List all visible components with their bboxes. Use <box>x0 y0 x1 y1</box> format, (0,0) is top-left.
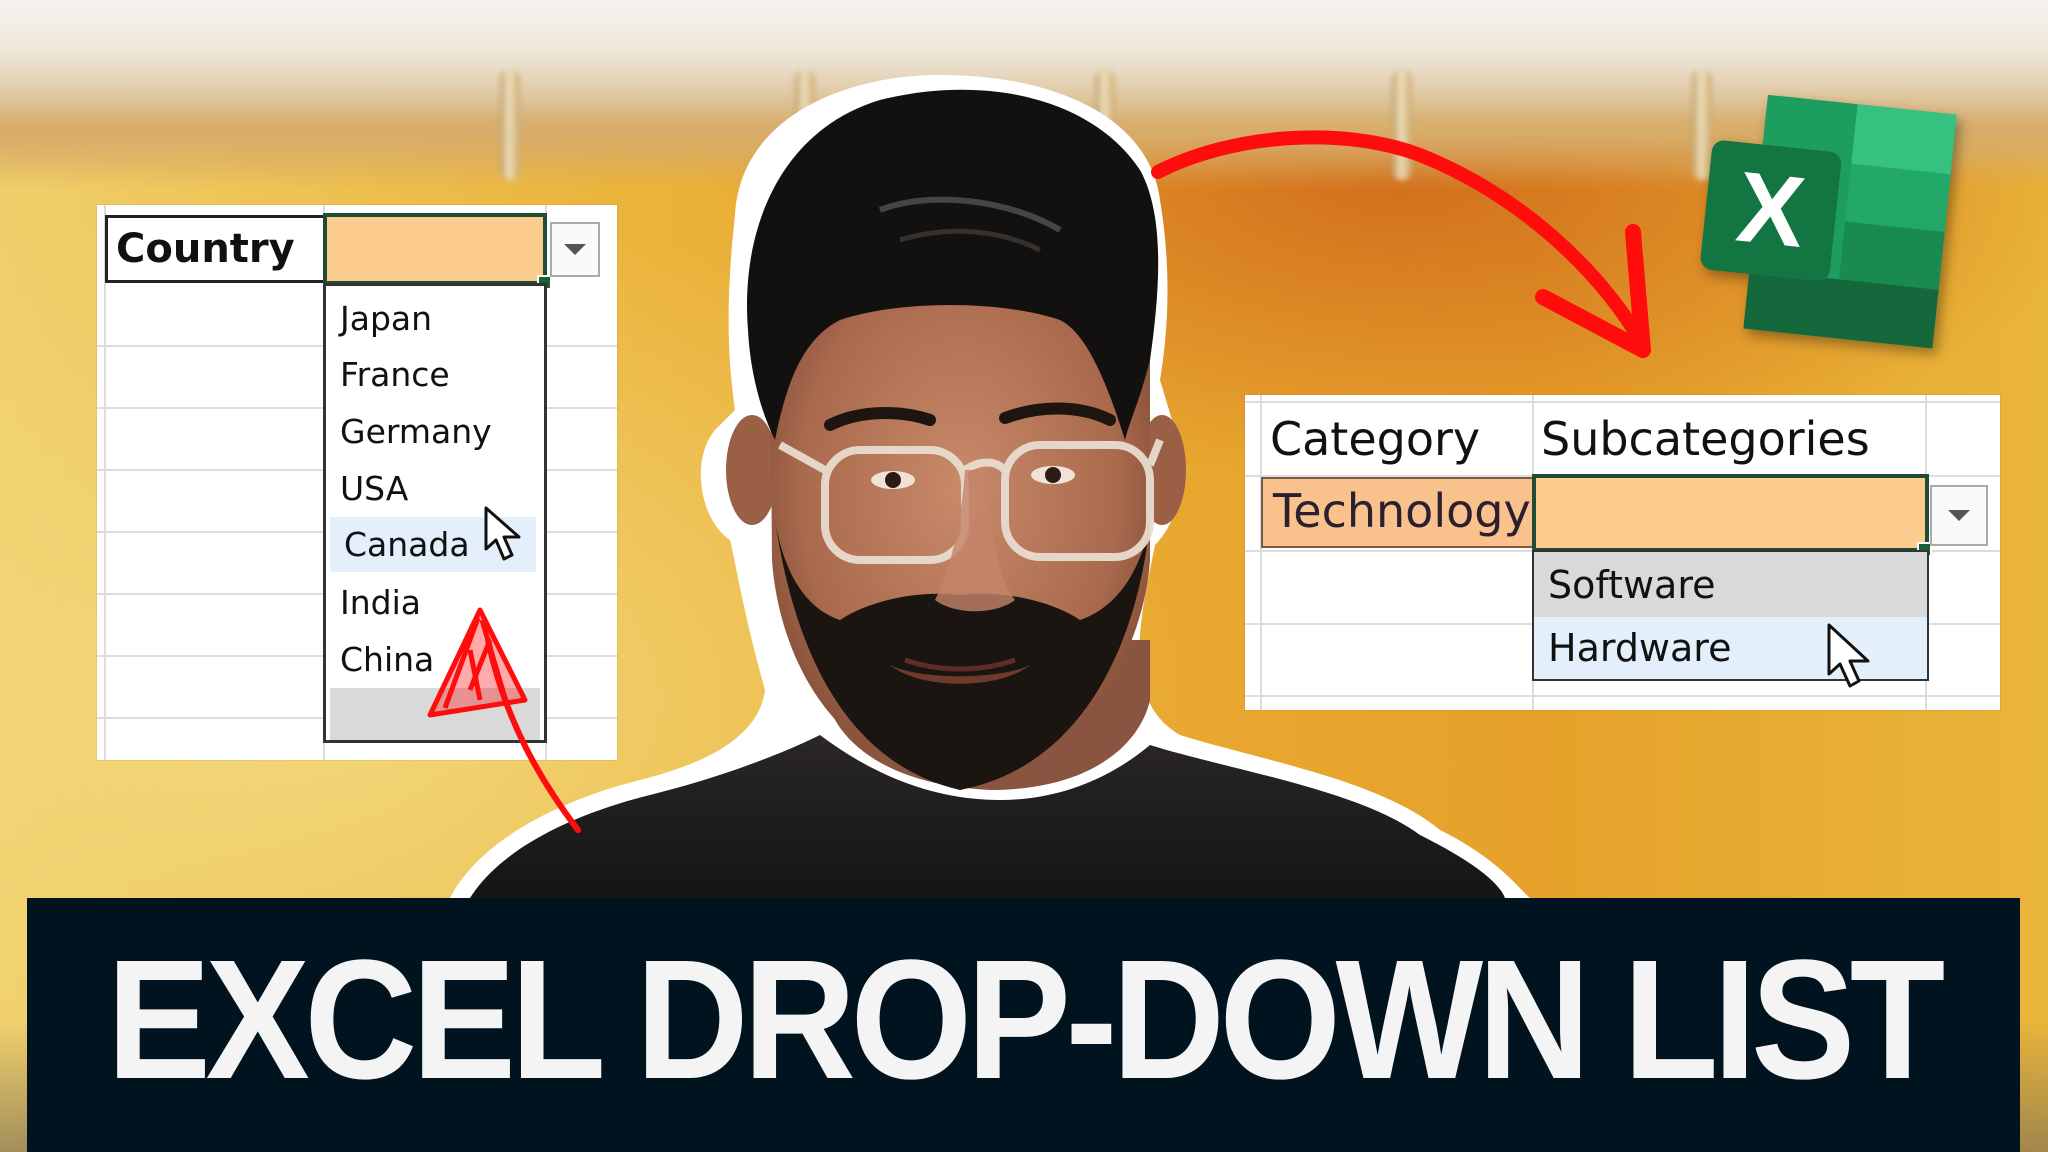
subcategories-column-header: Subcategories <box>1541 412 1870 466</box>
banner-title: EXCEL DROP-DOWN LIST <box>106 925 1946 1115</box>
dropdown-option-china[interactable]: China <box>326 631 544 688</box>
chevron-down-icon <box>564 244 586 255</box>
mouse-cursor-icon <box>1827 623 1870 688</box>
excel-logo-icon: X <box>1700 94 1957 349</box>
excel-logo-letter: X <box>1732 151 1810 269</box>
dropdown-option-software[interactable]: Software <box>1534 552 1927 617</box>
subcategory-dropdown-button[interactable] <box>1930 485 1988 546</box>
category-value: Technology <box>1273 484 1531 538</box>
dropdown-option-france[interactable]: France <box>326 346 544 403</box>
category-value-cell[interactable]: Technology <box>1261 477 1534 548</box>
mouse-cursor-icon <box>484 506 521 561</box>
subcategory-dropdown-cell[interactable] <box>1532 474 1929 552</box>
dropdown-option-india[interactable]: India <box>326 574 544 631</box>
country-dropdown-cell[interactable] <box>323 213 547 285</box>
country-header-label: Country <box>116 226 295 272</box>
title-banner: EXCEL DROP-DOWN LIST <box>27 898 2020 1152</box>
dropdown-empty-row <box>330 688 540 740</box>
country-dropdown-button[interactable] <box>550 222 600 277</box>
country-header-cell[interactable]: Country <box>105 215 327 283</box>
chevron-down-icon <box>1948 510 1970 521</box>
dropdown-option-germany[interactable]: Germany <box>326 403 544 460</box>
dropdown-option-japan[interactable]: Japan <box>326 290 544 346</box>
category-column-header: Category <box>1270 412 1481 466</box>
